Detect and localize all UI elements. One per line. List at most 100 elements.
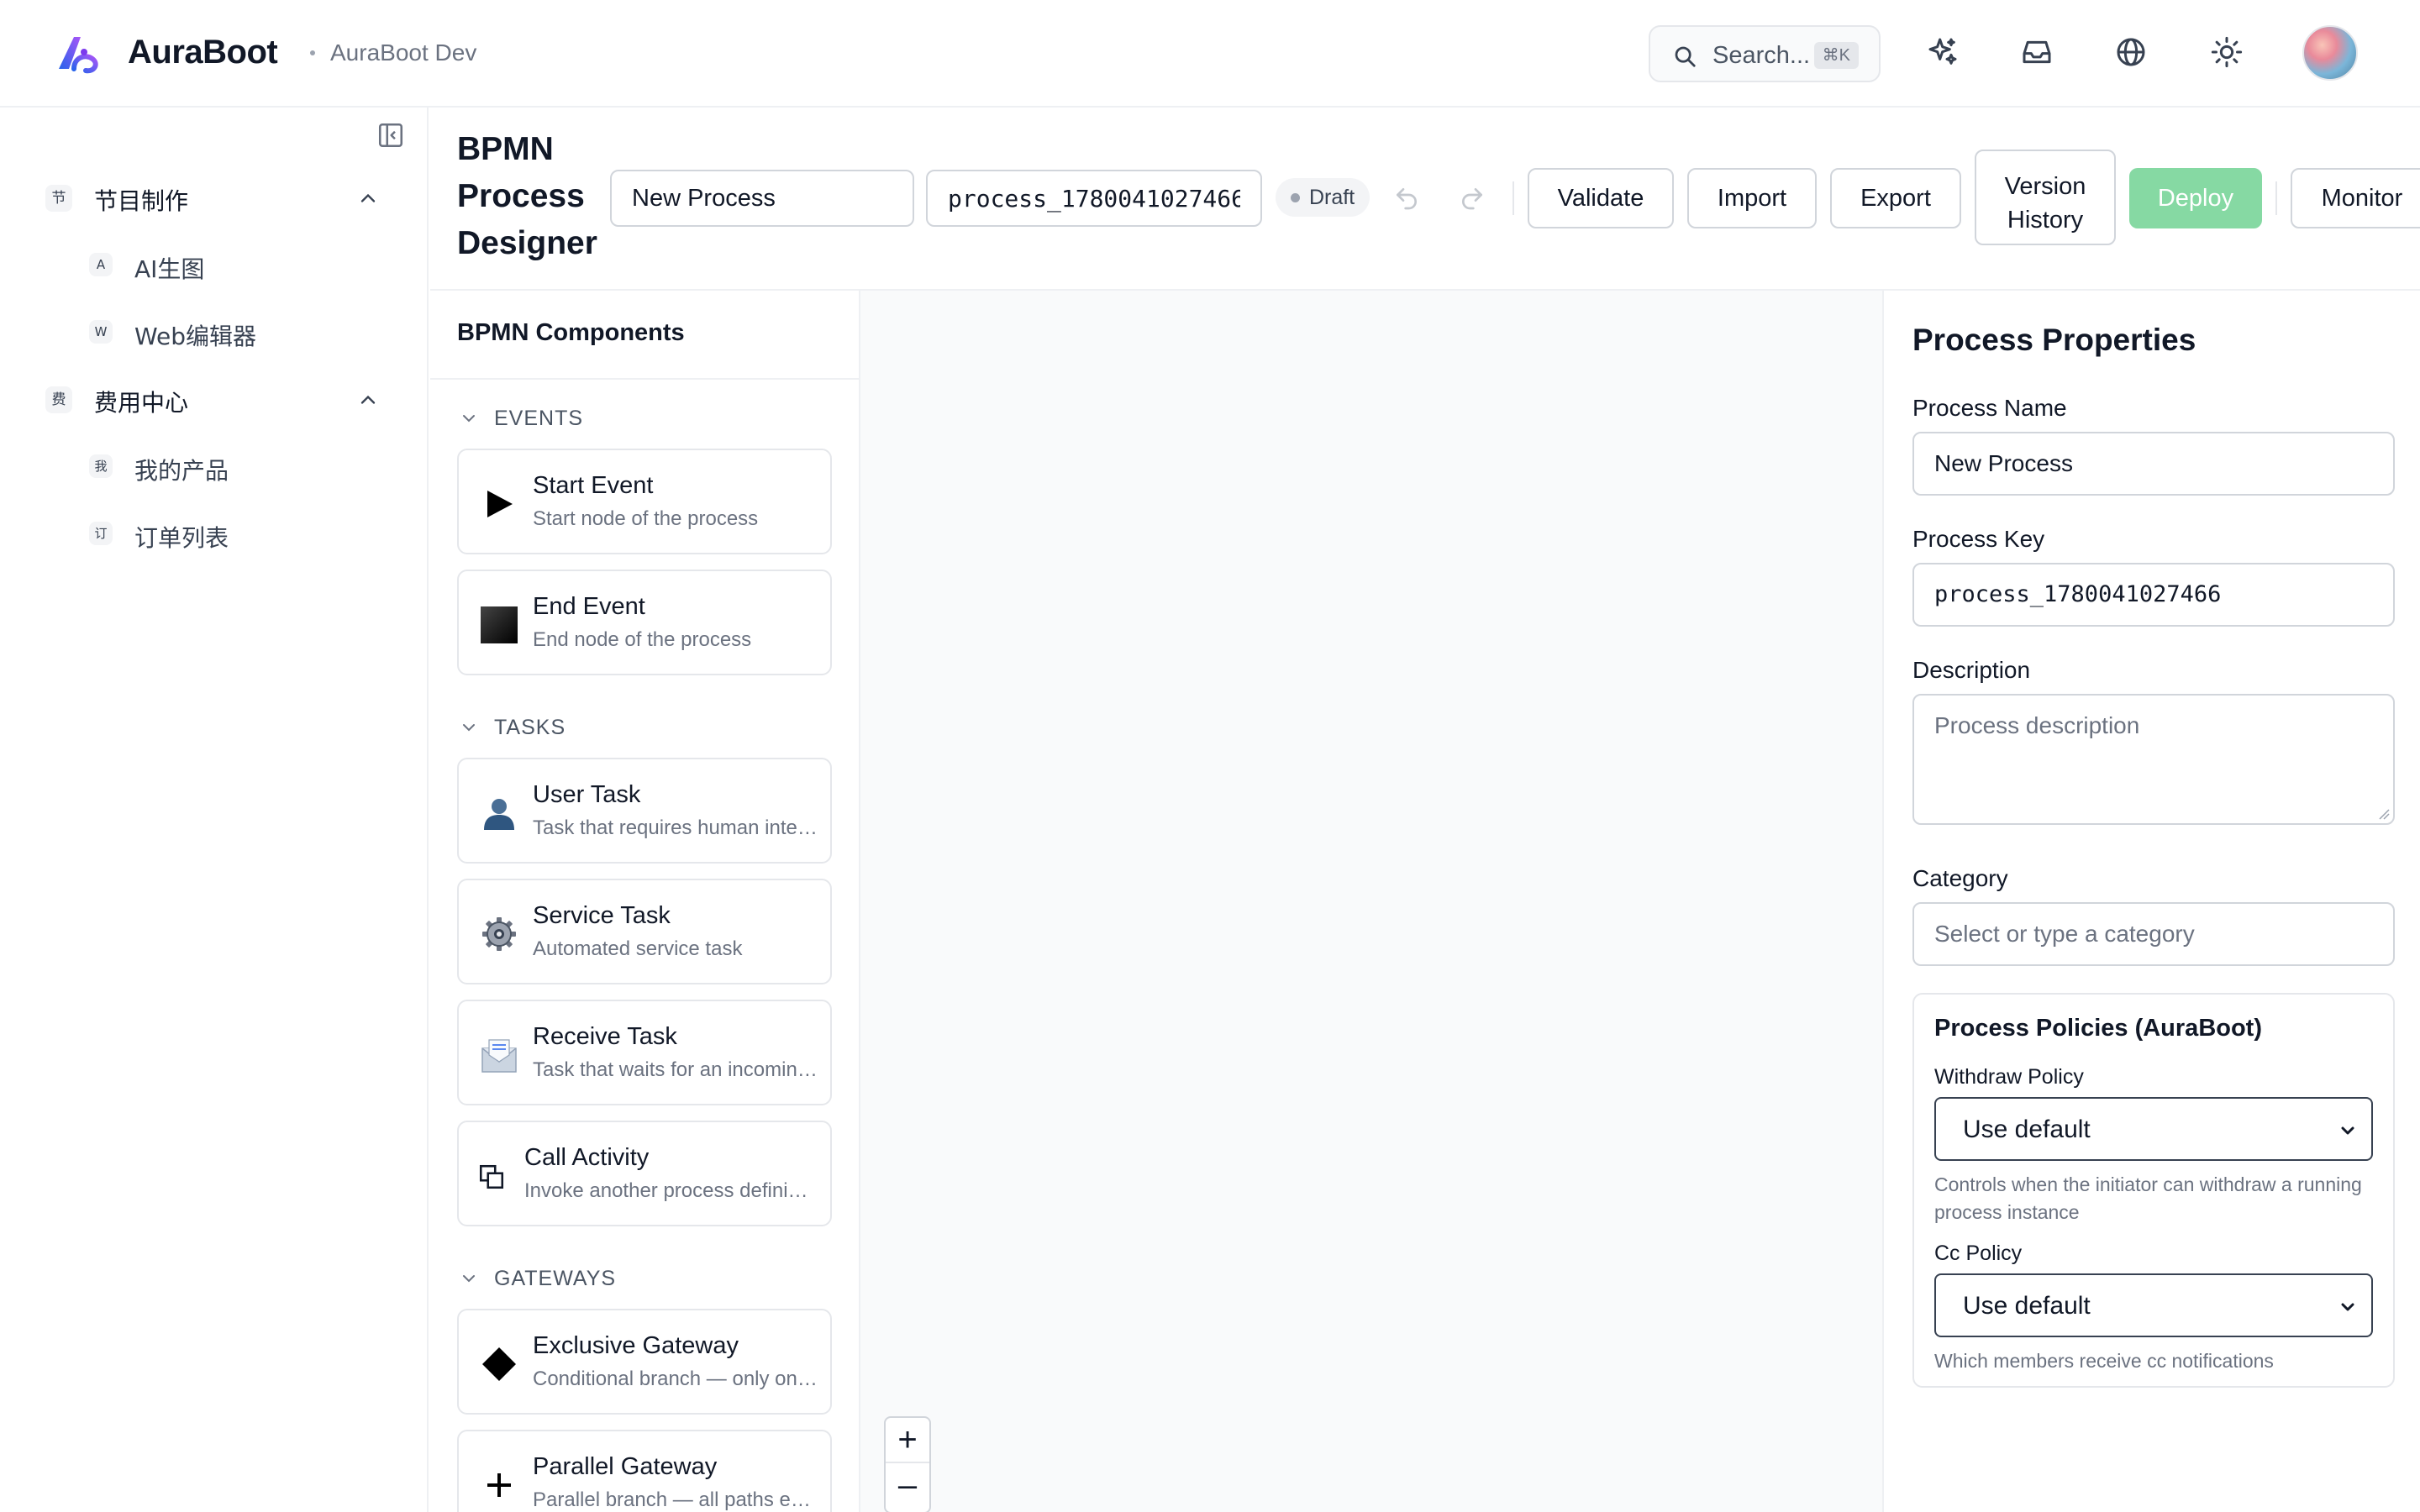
withdraw-policy-help: Controls when the initiator can withdraw… bbox=[1934, 1173, 2362, 1223]
process-policies-card: Process Policies (AuraBoot) Withdraw Pol… bbox=[1912, 993, 2395, 1388]
description-placeholder: Process description bbox=[1934, 712, 2140, 738]
withdraw-policy-label: Withdraw Policy bbox=[1934, 1065, 2084, 1089]
designer-toolbar: BPMN Process Designer Draft Validate Imp… bbox=[430, 108, 2420, 291]
group-badge: 费 bbox=[45, 386, 72, 413]
gear-icon bbox=[482, 917, 516, 951]
description-label: Description bbox=[1912, 657, 2031, 683]
zoom-controls: + – bbox=[884, 1416, 931, 1512]
status-badge: Draft bbox=[1276, 178, 1370, 217]
palette-item-title: Call Activity bbox=[524, 1144, 650, 1171]
bpmn-canvas[interactable]: + – bbox=[860, 291, 1882, 1512]
process-name-input[interactable] bbox=[610, 170, 914, 227]
sidebar-item-label: 订单列表 bbox=[134, 524, 229, 552]
cc-policy-value: Use default bbox=[1963, 1292, 2091, 1320]
plus-icon bbox=[487, 1473, 511, 1497]
process-key-field[interactable]: process_1780041027466 bbox=[1912, 563, 2395, 627]
properties-title: Process Properties bbox=[1912, 323, 2196, 357]
toolbar-divider bbox=[1512, 181, 1514, 215]
collapse-sidebar-icon[interactable] bbox=[376, 121, 405, 150]
palette-item-call-activity[interactable]: Call Activity Invoke another process def… bbox=[457, 1121, 832, 1226]
process-key-label: Process Key bbox=[1912, 526, 2045, 552]
palette-item-title: Exclusive Gateway bbox=[533, 1332, 739, 1359]
zoom-out-button[interactable]: – bbox=[886, 1463, 929, 1507]
palette-item-service-task[interactable]: Service Task Automated service task bbox=[457, 879, 832, 984]
environment-label: AuraBoot Dev bbox=[330, 39, 477, 66]
aura-logo-icon[interactable] bbox=[55, 32, 103, 74]
version-history-button[interactable]: Version History bbox=[1975, 150, 2116, 245]
chevron-up-icon[interactable] bbox=[356, 388, 380, 412]
sidebar-item-my-products[interactable]: 我 我的产品 bbox=[89, 445, 383, 487]
sidebar-item-web-editor[interactable]: W Web编辑器 bbox=[89, 311, 383, 353]
item-badge: A bbox=[89, 253, 113, 276]
sidebar-item-orders[interactable]: 订 订单列表 bbox=[89, 512, 383, 554]
sidebar-group-production[interactable]: 节 节目制作 bbox=[45, 176, 381, 218]
cc-policy-select[interactable]: Use default bbox=[1934, 1273, 2373, 1337]
category-input[interactable]: Select or type a category bbox=[1912, 902, 2395, 966]
deploy-button[interactable]: Deploy bbox=[2129, 168, 2262, 228]
chevron-down-icon bbox=[463, 415, 475, 423]
sidebar-group-billing[interactable]: 费 费用中心 bbox=[45, 378, 381, 420]
section-gateways-header[interactable]: GATEWAYS bbox=[459, 1262, 829, 1295]
palette-item-title: Receive Task bbox=[533, 1023, 677, 1050]
resize-handle-icon[interactable] bbox=[2378, 808, 2390, 820]
sidebar-item-ai-image[interactable]: A AI生图 bbox=[89, 244, 383, 286]
export-button[interactable]: Export bbox=[1830, 168, 1961, 228]
brand-name[interactable]: AuraBoot bbox=[128, 34, 278, 71]
bpmn-palette: BPMN Components EVENTS Start Event Start… bbox=[430, 291, 860, 1512]
withdraw-policy-value: Use default bbox=[1963, 1116, 2091, 1143]
top-bar: AuraBoot AuraBoot Dev Search... ⌘K bbox=[0, 0, 2420, 108]
global-search[interactable]: Search... ⌘K bbox=[1649, 25, 1881, 82]
undo-icon[interactable] bbox=[1393, 185, 1420, 212]
policies-title: Process Policies (AuraBoot) bbox=[1934, 1015, 2262, 1042]
palette-divider bbox=[430, 378, 859, 380]
description-textarea[interactable]: Process description bbox=[1912, 694, 2395, 825]
envelope-icon bbox=[481, 1039, 517, 1073]
section-events-header[interactable]: EVENTS bbox=[459, 402, 829, 435]
palette-item-title: End Event bbox=[533, 593, 645, 620]
env-separator bbox=[310, 50, 315, 55]
item-badge: W bbox=[89, 320, 113, 344]
import-button[interactable]: Import bbox=[1687, 168, 1817, 228]
properties-panel: Process Properties Process Name New Proc… bbox=[1882, 291, 2420, 1512]
palette-item-desc: Invoke another process definition bbox=[524, 1179, 810, 1202]
chevron-down-icon bbox=[2341, 1303, 2354, 1311]
palette-item-title: Start Event bbox=[533, 472, 654, 499]
cc-policy-help: Which members receive cc notifications bbox=[1934, 1350, 2274, 1372]
user-avatar[interactable] bbox=[2302, 25, 2358, 81]
palette-item-start-event[interactable]: Start Event Start node of the process bbox=[457, 449, 832, 554]
user-icon bbox=[484, 799, 514, 830]
palette-item-desc: Conditional branch — only one path bbox=[533, 1368, 818, 1390]
diamond-icon bbox=[482, 1347, 516, 1381]
process-key-input[interactable] bbox=[926, 170, 1262, 227]
sun-icon[interactable] bbox=[2210, 35, 2244, 69]
globe-icon[interactable] bbox=[2114, 35, 2148, 69]
palette-item-parallel-gateway[interactable]: Parallel Gateway Parallel branch — all p… bbox=[457, 1430, 832, 1512]
palette-title: BPMN Components bbox=[457, 319, 685, 346]
sparkles-icon[interactable] bbox=[1926, 35, 1960, 69]
validate-button[interactable]: Validate bbox=[1528, 168, 1674, 228]
zoom-in-button[interactable]: + bbox=[886, 1418, 929, 1462]
palette-item-desc: Parallel branch — all paths execute bbox=[533, 1488, 818, 1511]
inbox-icon[interactable] bbox=[2020, 35, 2054, 69]
palette-item-user-task[interactable]: User Task Task that requires human inter… bbox=[457, 758, 832, 864]
process-name-field[interactable]: New Process bbox=[1912, 432, 2395, 496]
sidebar-item-label: AI生图 bbox=[134, 255, 205, 283]
palette-item-desc: Automated service task bbox=[533, 937, 743, 960]
status-dot bbox=[1291, 193, 1300, 202]
monitor-button[interactable]: Monitor bbox=[2291, 168, 2420, 228]
palette-item-exclusive-gateway[interactable]: Exclusive Gateway Conditional branch — o… bbox=[457, 1309, 832, 1415]
palette-item-end-event[interactable]: End Event End node of the process bbox=[457, 570, 832, 675]
section-tasks-header[interactable]: TASKS bbox=[459, 711, 829, 744]
palette-item-receive-task[interactable]: Receive Task Task that waits for an inco… bbox=[457, 1000, 832, 1105]
palette-item-desc: Task that requires human interaction bbox=[533, 816, 818, 839]
status-label: Draft bbox=[1309, 186, 1355, 209]
sidebar-item-label: Web编辑器 bbox=[134, 323, 257, 350]
item-badge: 我 bbox=[89, 454, 113, 478]
chevron-up-icon[interactable] bbox=[356, 186, 380, 210]
process-name-label: Process Name bbox=[1912, 395, 2067, 421]
search-placeholder: Search... bbox=[1712, 42, 1811, 69]
palette-item-desc: Task that waits for an incoming message bbox=[533, 1058, 818, 1081]
redo-icon[interactable] bbox=[1459, 185, 1486, 212]
withdraw-policy-select[interactable]: Use default bbox=[1934, 1097, 2373, 1161]
call-activity-icon bbox=[479, 1164, 504, 1189]
